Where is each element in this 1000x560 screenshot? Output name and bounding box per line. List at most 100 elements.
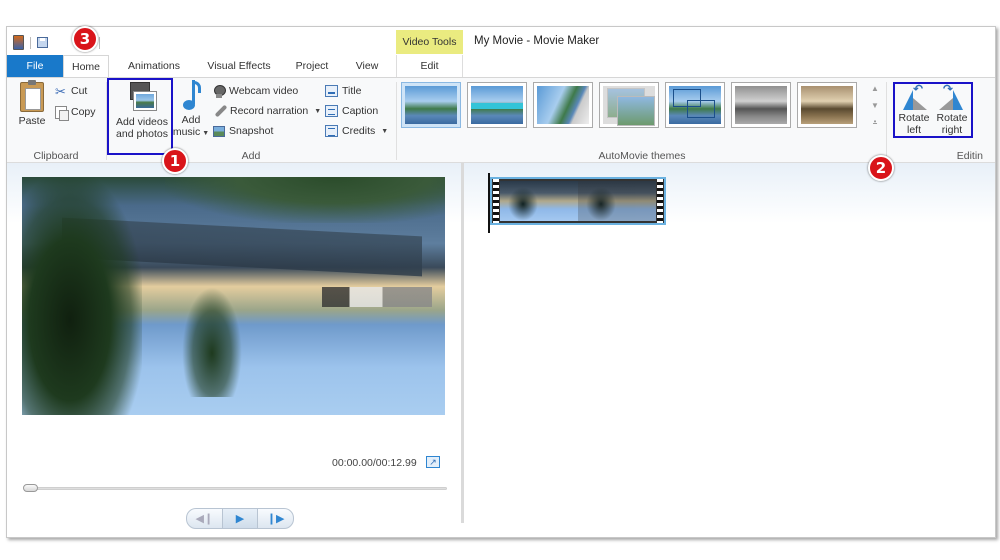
themes-gallery (401, 82, 857, 128)
add-music-label-line2: music ▼ (173, 126, 209, 140)
snapshot-icon (213, 125, 225, 137)
automovie-themes-label: AutoMovie themes (598, 150, 686, 162)
step-marker-3: 3 (72, 26, 98, 52)
app-icon[interactable] (13, 35, 24, 50)
previous-frame-icon: ◀❙ (195, 513, 214, 525)
editing-group: Editin (887, 78, 995, 164)
dropdown-arrow-icon: ▼ (381, 127, 389, 135)
previous-frame-button[interactable]: ◀❙ (187, 509, 222, 528)
clip-frame (500, 181, 578, 221)
caption-icon (325, 105, 338, 117)
editing-group-label: Editin (956, 150, 983, 162)
microphone-icon (213, 105, 226, 118)
playhead[interactable] (488, 173, 490, 233)
video-cars-region (322, 287, 432, 307)
paste-button[interactable]: Paste (15, 80, 49, 127)
add-music-label-text: music (172, 126, 201, 138)
seek-thumb[interactable] (23, 484, 38, 492)
cut-button[interactable]: ✂ Cut (55, 82, 87, 100)
theme-black-and-white[interactable] (731, 82, 791, 128)
film-sprocket (657, 179, 663, 223)
seek-bar[interactable] (29, 487, 447, 490)
caption-button[interactable]: Caption (325, 102, 378, 120)
theme-thumbnail (603, 86, 655, 126)
playback-controls: ◀❙ ▶ ❙▶ (186, 508, 294, 529)
record-narration-button[interactable]: Record narration ▼ (213, 102, 321, 120)
title-icon (325, 85, 338, 97)
theme-fade[interactable] (599, 82, 659, 128)
theme-default[interactable] (401, 82, 461, 128)
tab-animations[interactable]: Animations (117, 55, 191, 77)
theme-sepia[interactable] (797, 82, 857, 128)
next-frame-button[interactable]: ❙▶ (257, 509, 293, 528)
add-music-label-line1: Add (181, 114, 201, 126)
pane-splitter[interactable] (461, 163, 464, 523)
credits-label: Credits (342, 125, 376, 137)
snapshot-label: Snapshot (229, 125, 274, 137)
qat-separator (30, 36, 31, 49)
film-sprocket (493, 179, 499, 223)
credits-icon (325, 125, 338, 137)
save-icon[interactable] (37, 37, 48, 48)
window-title: My Movie - Movie Maker (474, 35, 600, 47)
record-narration-label: Record narration (230, 105, 309, 117)
title-label: Title (342, 85, 362, 97)
copy-label: Copy (71, 106, 96, 118)
snapshot-button[interactable]: Snapshot (213, 122, 273, 140)
time-readout: 00:00.00/00:12.99 (332, 457, 417, 469)
title-bar: ▾ Video Tools My Movie - Movie Maker (7, 27, 995, 57)
step-marker-1: 1 (162, 148, 188, 174)
webcam-video-label: Webcam video (229, 85, 299, 97)
theme-cinematic[interactable] (533, 82, 593, 128)
content-area: 00:00.00/00:12.99 ↗ ◀❙ ▶ ❙▶ (7, 163, 995, 537)
paste-label: Paste (18, 115, 46, 127)
video-palm-region (182, 287, 242, 397)
preview-pane: 00:00.00/00:12.99 ↗ ◀❙ ▶ ❙▶ (7, 163, 459, 537)
add-music-button[interactable]: Add music ▼ (173, 80, 209, 140)
copy-button[interactable]: Copy (55, 103, 96, 121)
dropdown-arrow-icon: ▼ (314, 107, 322, 115)
video-preview[interactable] (22, 177, 445, 415)
paste-icon (20, 80, 44, 112)
tab-view[interactable]: View (347, 55, 387, 77)
scissors-icon: ✂ (55, 83, 66, 99)
webcam-video-button[interactable]: Webcam video (213, 82, 298, 100)
tab-project[interactable]: Project (289, 55, 335, 77)
music-note-icon (180, 80, 202, 112)
clip-frames (500, 181, 656, 221)
credits-button[interactable]: Credits ▼ (325, 122, 388, 140)
gallery-scroll-down-icon[interactable]: ▼ (871, 101, 879, 110)
clipboard-group: Paste ✂ Cut Copy Clipboard (7, 78, 105, 164)
step-marker-2: 2 (868, 155, 894, 181)
ribbon-tabs: File Home Animations Visual Effects Proj… (7, 55, 995, 77)
title-button[interactable]: Title (325, 82, 361, 100)
video-tools-context-header: Video Tools (396, 30, 463, 54)
qat-separator (98, 36, 100, 49)
theme-thumbnail (405, 86, 457, 124)
gallery-scroll-up-icon[interactable]: ▲ (871, 84, 879, 93)
clipboard-group-label: Clipboard (33, 150, 79, 162)
theme-thumbnail (735, 86, 787, 124)
play-icon: ▶ (235, 513, 245, 525)
tab-file[interactable]: File (7, 55, 63, 77)
next-frame-icon: ❙▶ (266, 513, 285, 525)
caption-label: Caption (342, 105, 379, 117)
fullscreen-icon[interactable]: ↗ (426, 456, 440, 468)
play-button[interactable]: ▶ (221, 509, 258, 528)
tab-visual-effects[interactable]: Visual Effects (200, 55, 278, 77)
copy-icon (55, 105, 69, 121)
webcam-icon (213, 84, 226, 98)
theme-pan-and-zoom[interactable] (665, 82, 725, 128)
gallery-more-icon[interactable]: ⩡ (873, 118, 878, 128)
theme-contemporary[interactable] (467, 82, 527, 128)
video-clip[interactable] (490, 177, 666, 225)
tab-edit[interactable]: Edit (396, 55, 463, 77)
theme-thumbnail (669, 86, 721, 124)
add-videos-highlight (107, 78, 173, 155)
video-trees-region (22, 177, 142, 415)
storyboard-pane (467, 163, 995, 537)
theme-thumbnail (537, 86, 589, 124)
tab-home[interactable]: Home (63, 55, 109, 77)
dropdown-arrow-icon: ▼ (202, 130, 210, 137)
gallery-scroll: ▲ ▼ ⩡ (869, 84, 881, 128)
